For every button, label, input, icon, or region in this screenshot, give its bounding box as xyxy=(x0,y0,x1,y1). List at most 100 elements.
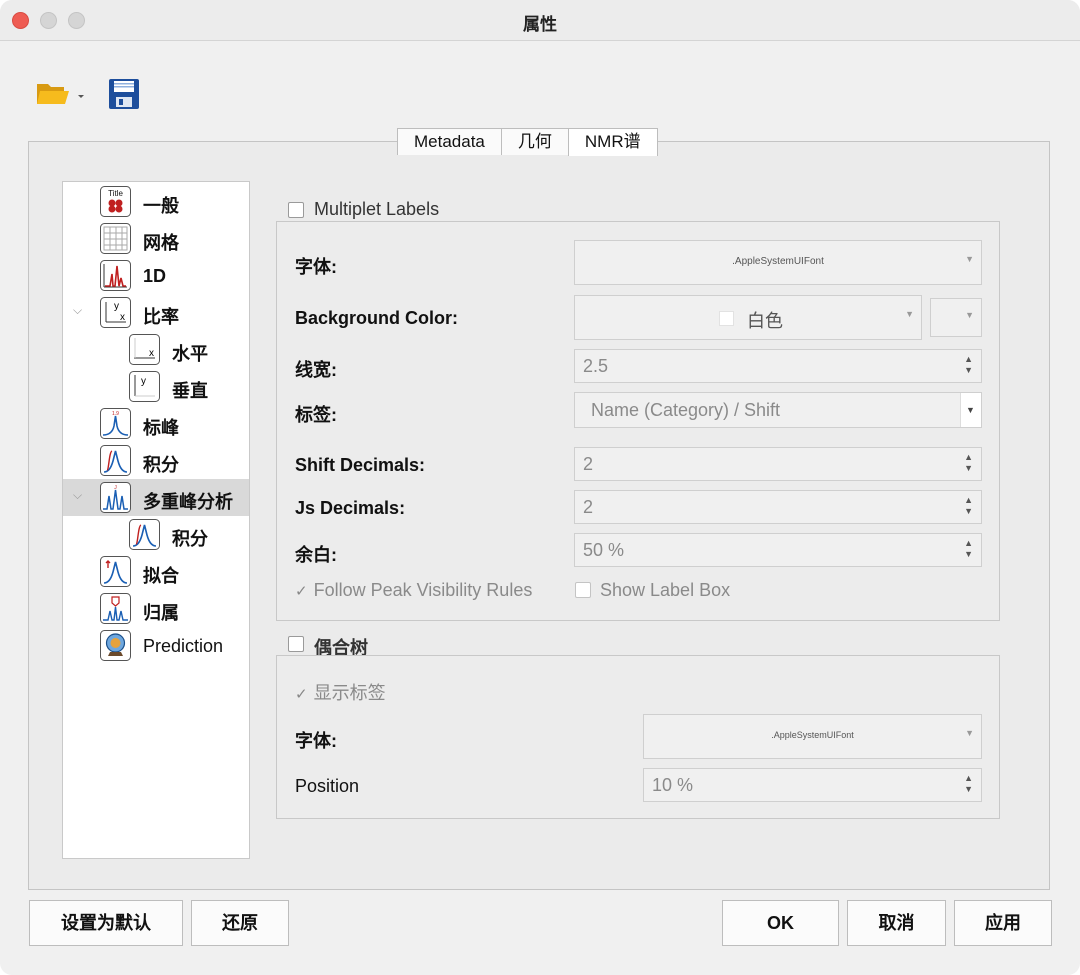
svg-text:Title: Title xyxy=(108,189,123,198)
chevron-down-icon[interactable]: ⌵ xyxy=(73,303,82,318)
tree-label: 1D xyxy=(143,266,167,286)
tree-label: 比率 xyxy=(143,307,179,327)
tree-item-multiplet-analysis[interactable]: ⌵ J 多重峰分析 xyxy=(63,479,249,516)
shift-decimals-label: Shift Decimals: xyxy=(295,455,426,475)
multiplet-labels-checkbox[interactable] xyxy=(288,202,304,218)
background-color-label: Background Color: xyxy=(295,308,459,328)
stepper-icon[interactable]: ▲ ▼ xyxy=(964,538,973,560)
tree-label: 积分 xyxy=(143,455,179,475)
integral-icon xyxy=(129,519,160,550)
line-width-label: 线宽: xyxy=(295,360,337,380)
spectrum-1d-icon xyxy=(100,260,131,291)
svg-text:y: y xyxy=(114,301,119,312)
tree-label: Prediction xyxy=(143,636,224,656)
chevron-down-icon: ▼ xyxy=(965,254,974,264)
prediction-icon xyxy=(100,630,131,661)
font-label: 字体: xyxy=(295,257,337,277)
js-decimals-spinbox[interactable]: 2 ▲ ▼ xyxy=(574,490,982,524)
svg-text:1.9: 1.9 xyxy=(112,411,119,417)
show-labels-label: 显示标签 xyxy=(313,683,386,703)
tree-item-fit[interactable]: 拟合 xyxy=(63,553,249,590)
line-width-spinbox[interactable]: 2.5 ▲ ▼ xyxy=(574,349,982,383)
axes-icon: yx xyxy=(100,297,131,328)
checkmark-icon: ✓ xyxy=(295,583,308,600)
tree-label: 网格 xyxy=(143,233,179,253)
show-labels-checkbox[interactable]: ✓ 显示标签 xyxy=(295,679,386,705)
cancel-button[interactable]: 取消 xyxy=(847,900,946,946)
multiplet-icon: J xyxy=(100,482,131,513)
tag-value: Name (Category) / Shift xyxy=(591,400,781,420)
tree-item-peak-labels[interactable]: 1.9 标峰 xyxy=(63,405,249,442)
tree-item-vertical[interactable]: y 垂直 xyxy=(63,368,249,405)
coupling-font-value: .AppleSystemUIFont xyxy=(771,730,854,740)
color-picker-button[interactable]: ▼ xyxy=(930,298,982,337)
tree-label: 水平 xyxy=(172,344,208,364)
chevron-down-icon[interactable] xyxy=(75,89,87,99)
grid-icon xyxy=(100,223,131,254)
stepper-icon[interactable]: ▲ ▼ xyxy=(964,354,973,376)
tree-label: 一般 xyxy=(143,196,179,216)
tag-label: 标签: xyxy=(295,405,337,425)
title-bar: 属性 xyxy=(0,0,1080,41)
apply-button[interactable]: 应用 xyxy=(954,900,1052,946)
tree-item-assignment[interactable]: 归属 xyxy=(63,590,249,627)
svg-text:y: y xyxy=(141,376,146,387)
font-value: .AppleSystemUIFont xyxy=(732,256,824,267)
line-width-value: 2.5 xyxy=(583,356,609,376)
coupling-font-label: 字体: xyxy=(295,731,337,751)
y-axis-icon: y xyxy=(129,371,160,402)
tab-metadata[interactable]: Metadata xyxy=(397,128,502,155)
chevron-down-icon: ▼ xyxy=(966,405,975,415)
tree-item-horizontal[interactable]: x 水平 xyxy=(63,331,249,368)
tree-item-ratio[interactable]: ⌵ yx 比率 xyxy=(63,294,249,331)
floppy-save-icon[interactable] xyxy=(108,78,140,110)
tree-item-integral[interactable]: 积分 xyxy=(63,442,249,479)
restore-button[interactable]: 还原 xyxy=(191,900,289,946)
color-swatch xyxy=(719,311,734,326)
folder-open-icon[interactable] xyxy=(36,80,70,106)
margin-spinbox[interactable]: 50 % ▲ ▼ xyxy=(574,533,982,567)
integral-icon xyxy=(100,445,131,476)
svg-text:x: x xyxy=(149,348,154,359)
follow-peak-visibility-checkbox[interactable]: ✓ Follow Peak Visibility Rules xyxy=(295,580,532,601)
stepper-icon[interactable]: ▲ ▼ xyxy=(964,773,973,795)
background-color-select[interactable]: 白色 ▼ xyxy=(574,295,922,340)
tag-select[interactable]: Name (Category) / Shift ▼ xyxy=(574,392,982,428)
fit-icon xyxy=(100,556,131,587)
title-icon: Title xyxy=(100,186,131,217)
tree-item-general[interactable]: Title 一般 xyxy=(63,183,249,220)
ok-button[interactable]: OK xyxy=(722,900,839,946)
stepper-icon[interactable]: ▲ ▼ xyxy=(964,452,973,474)
tab-geometry[interactable]: 几何 xyxy=(500,128,569,155)
show-label-box-checkbox[interactable] xyxy=(575,582,591,598)
tab-nmr-spectrum[interactable]: NMR谱 xyxy=(567,128,658,156)
margin-label: 余白: xyxy=(295,545,337,565)
multiplet-labels-title: Multiplet Labels xyxy=(314,199,440,219)
x-axis-icon: x xyxy=(129,334,160,365)
tree-item-grid[interactable]: 网格 xyxy=(63,220,249,257)
tree-label: 积分 xyxy=(172,529,208,549)
coupling-font-select[interactable]: .AppleSystemUIFont ▼ xyxy=(643,714,982,759)
checkmark-icon: ✓ xyxy=(295,686,308,703)
position-spinbox[interactable]: 10 % ▲ ▼ xyxy=(643,768,982,802)
window-title: 属性 xyxy=(523,15,557,34)
peak-label-icon: 1.9 xyxy=(100,408,131,439)
shift-decimals-value: 2 xyxy=(583,454,594,474)
shift-decimals-spinbox[interactable]: 2 ▲ ▼ xyxy=(574,447,982,481)
follow-peak-visibility-label: Follow Peak Visibility Rules xyxy=(313,580,533,600)
js-decimals-label: Js Decimals: xyxy=(295,498,406,518)
margin-value: 50 % xyxy=(583,540,625,560)
font-select[interactable]: .AppleSystemUIFont ▼ xyxy=(574,240,982,285)
chevron-down-icon: ▼ xyxy=(965,310,974,320)
set-default-button[interactable]: 设置为默认 xyxy=(29,900,183,946)
assignment-icon xyxy=(100,593,131,624)
dropdown-arrow-button[interactable]: ▼ xyxy=(960,393,981,427)
stepper-icon[interactable]: ▲ ▼ xyxy=(964,495,973,517)
coupling-tree-checkbox[interactable] xyxy=(288,636,304,652)
tree-item-1d[interactable]: 1D xyxy=(63,257,249,294)
tree-item-multiplet-integral[interactable]: 积分 xyxy=(63,516,249,553)
tree-label: 标峰 xyxy=(143,418,179,438)
tree-item-prediction[interactable]: Prediction xyxy=(63,627,249,664)
background-color-value: 白色 xyxy=(747,311,783,331)
chevron-down-icon[interactable]: ⌵ xyxy=(73,488,82,503)
